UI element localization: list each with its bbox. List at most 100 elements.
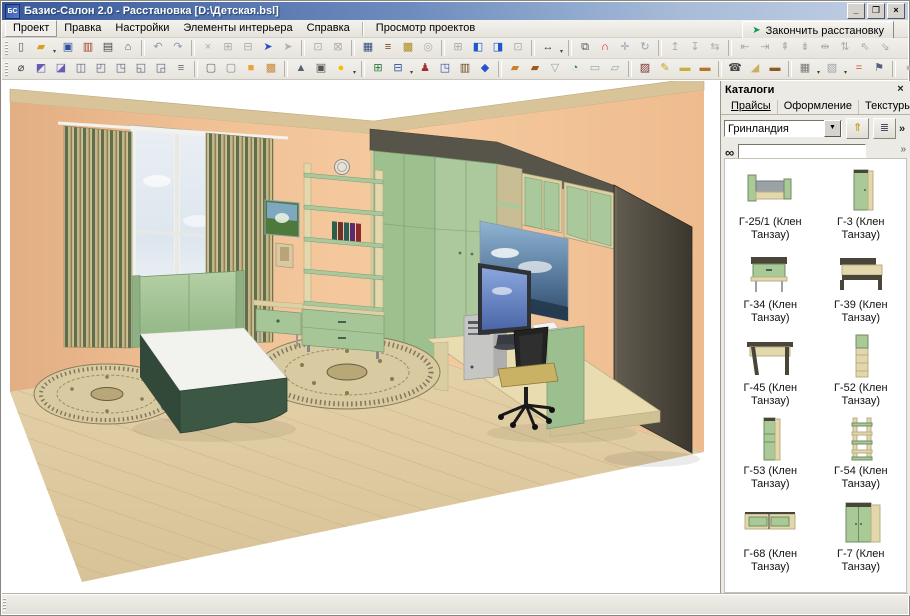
open-folder-icon[interactable]: ▰▾ xyxy=(31,38,51,58)
select-contour2-icon[interactable]: ▱ xyxy=(605,59,625,79)
save-image-icon[interactable]: ▥ xyxy=(78,38,98,58)
menu-item-1[interactable]: Правка xyxy=(57,21,108,36)
chevron-down-icon[interactable]: ▾ xyxy=(410,65,413,82)
view-iso2-icon[interactable]: ◪ xyxy=(51,59,71,79)
copy-icon[interactable]: ⊞ xyxy=(218,38,238,58)
catalog-item[interactable]: Г-52 (Клен Танзау) xyxy=(819,331,903,408)
view-back-icon[interactable]: ◲ xyxy=(151,59,171,79)
select-alt-icon[interactable]: ➤ xyxy=(278,38,298,58)
room-3d-viewport[interactable] xyxy=(2,81,720,596)
dimensions-icon[interactable]: ↔▾ xyxy=(538,38,558,58)
panel-close-icon[interactable]: × xyxy=(894,84,907,97)
align-bottom-icon[interactable]: ⇟ xyxy=(795,38,815,58)
toolbar-overflow-chevron[interactable]: » xyxy=(899,123,905,135)
scene-add-icon[interactable]: ⊞ xyxy=(368,59,388,79)
chevron-down-icon[interactable]: ▾ xyxy=(817,65,820,82)
magnet-icon[interactable]: ∩ xyxy=(595,38,615,58)
home-icon[interactable]: ⌂ xyxy=(118,38,138,58)
view-top-icon[interactable]: ◱ xyxy=(131,59,151,79)
tab-Прайсы[interactable]: Прайсы xyxy=(725,100,778,114)
zoom-lens-icon[interactable]: ⌀ xyxy=(11,59,31,79)
catalog-item[interactable]: Г-7 (Клен Танзау) xyxy=(819,497,903,574)
slice-icon[interactable]: ≡ xyxy=(171,59,191,79)
chevron-down-icon[interactable]: ▾ xyxy=(353,65,356,82)
undo-icon[interactable]: ↶ xyxy=(148,38,168,58)
view-front-icon[interactable]: ◫ xyxy=(71,59,91,79)
catalog-item[interactable]: Г-39 (Клен Танзау) xyxy=(819,248,903,325)
signpost-icon[interactable]: ⚑ xyxy=(869,59,889,79)
catalog-box-icon[interactable]: ▩ xyxy=(398,38,418,58)
tab-Текстуры[interactable]: Текстуры xyxy=(859,100,910,114)
align-right-icon[interactable]: ⇥ xyxy=(755,38,775,58)
catalog-item[interactable]: Г-53 (Клен Танзау) xyxy=(728,414,812,491)
maximize-button[interactable]: ❐ xyxy=(867,3,885,19)
wood-material-icon[interactable]: ▰ xyxy=(505,59,525,79)
perspective-icon[interactable]: ◆ xyxy=(475,59,495,79)
calendar-icon[interactable]: ▦▾ xyxy=(795,59,815,79)
wood-material2-icon[interactable]: ▰ xyxy=(525,59,545,79)
catalog-list[interactable]: Г-25/1 (Клен Танзау)Г-3 (Клен Танзау)Г-3… xyxy=(724,158,907,593)
import-catalog-button[interactable]: ⇑ xyxy=(846,118,869,139)
paste-icon[interactable]: ⊟ xyxy=(238,38,258,58)
chevron-down-icon[interactable]: ▼ xyxy=(824,120,841,137)
move-up-icon[interactable]: ↥ xyxy=(665,38,685,58)
plank-icon[interactable]: ▬ xyxy=(695,59,715,79)
catalog-item[interactable]: Г-68 (Клен Танзау) xyxy=(728,497,812,574)
eraser-icon[interactable]: ▬ xyxy=(675,59,695,79)
camera-tripod-icon[interactable]: ▲ xyxy=(291,59,311,79)
doc-preview-icon[interactable]: ▥ xyxy=(455,59,475,79)
distribute-h-icon[interactable]: ⇹ xyxy=(815,38,835,58)
select-contour-icon[interactable]: ▭ xyxy=(585,59,605,79)
scene-modes-icon[interactable]: ⊟▾ xyxy=(388,59,408,79)
menu-item-3[interactable]: Элементы интерьера xyxy=(176,21,299,36)
light-bulb-icon[interactable]: ●▾ xyxy=(331,59,351,79)
new-document-icon[interactable]: ▯ xyxy=(11,38,31,58)
delete-icon[interactable]: × xyxy=(198,38,218,58)
wall-phone[interactable] xyxy=(276,243,293,268)
move-down-icon[interactable]: ↧ xyxy=(685,38,705,58)
disabled-circle-icon[interactable]: ● xyxy=(899,59,910,79)
close-button[interactable]: × xyxy=(887,3,905,19)
align-left-icon[interactable]: ⇤ xyxy=(735,38,755,58)
redo-icon[interactable]: ↷ xyxy=(168,38,188,58)
fit-height-icon[interactable]: ⇘ xyxy=(875,38,895,58)
wedge-icon[interactable]: ◢ xyxy=(745,59,765,79)
tree-view-button[interactable]: ≣ xyxy=(873,118,896,139)
menu-item-0[interactable]: Проект xyxy=(5,20,57,37)
ruler-red-icon[interactable]: = xyxy=(849,59,869,79)
catalog-item[interactable]: Г-45 (Клен Танзау) xyxy=(728,331,812,408)
catalog-item[interactable]: Г-3 (Клен Танзау) xyxy=(819,165,903,242)
table-view-icon[interactable]: ▦ xyxy=(358,38,378,58)
hidden-line-cube-icon[interactable]: ▢ xyxy=(221,59,241,79)
tab-Оформление[interactable]: Оформление xyxy=(778,100,859,114)
menu-item-4[interactable]: Справка xyxy=(300,21,357,36)
align-top-icon[interactable]: ⇞ xyxy=(775,38,795,58)
properties-icon[interactable]: ⊡ xyxy=(508,38,528,58)
pencil-icon[interactable]: ✎ xyxy=(655,59,675,79)
catalog-item[interactable]: Г-54 (Клен Танзау) xyxy=(819,414,903,491)
curtain-left[interactable] xyxy=(64,126,132,348)
wall-picture[interactable] xyxy=(265,200,299,237)
ungroup-icon[interactable]: ⊠ xyxy=(328,38,348,58)
distribute-v-icon[interactable]: ⇅ xyxy=(835,38,855,58)
camera-icon[interactable]: ▣ xyxy=(311,59,331,79)
view-blue-yellow-icon[interactable]: ◨ xyxy=(488,38,508,58)
minimize-button[interactable]: _ xyxy=(847,3,865,19)
catalog-item[interactable]: Г-25/1 (Клен Танзау) xyxy=(728,165,812,242)
wireframe-cube-icon[interactable]: ▢ xyxy=(201,59,221,79)
catalog-select[interactable]: Гринландия ▼ xyxy=(724,120,842,137)
flip-icon[interactable]: ⇆ xyxy=(705,38,725,58)
frame-icon[interactable]: ▧▾ xyxy=(822,59,842,79)
copy-object-icon[interactable]: ⧉ xyxy=(575,38,595,58)
catalog-item[interactable]: Г-34 (Клен Танзау) xyxy=(728,248,812,325)
view-right-icon[interactable]: ◳ xyxy=(111,59,131,79)
walkthrough-icon[interactable]: ♟ xyxy=(415,59,435,79)
render-bucket-icon[interactable]: ◔ xyxy=(565,59,585,79)
materials-icon[interactable]: ◳ xyxy=(435,59,455,79)
select-arrow-icon[interactable]: ➤ xyxy=(258,38,278,58)
view-iso-icon[interactable]: ◩ xyxy=(31,59,51,79)
chevron-down-icon[interactable]: ▾ xyxy=(844,65,847,82)
view-blue-icon[interactable]: ◧ xyxy=(468,38,488,58)
fit-width-icon[interactable]: ⇖ xyxy=(855,38,875,58)
group-icon[interactable]: ⊡ xyxy=(308,38,328,58)
